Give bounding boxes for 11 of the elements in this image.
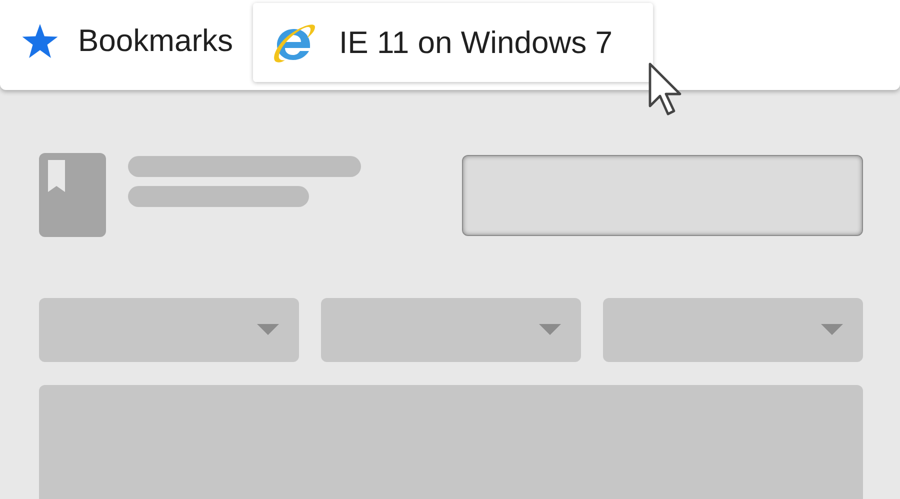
input-field[interactable] <box>462 155 863 236</box>
bookmark-icon <box>39 153 106 237</box>
bookmarks-title: Bookmarks <box>78 23 234 59</box>
dropdown[interactable] <box>603 298 863 362</box>
bookmark-item[interactable]: IE 11 on Windows 7 <box>253 3 654 82</box>
star-icon <box>22 24 58 58</box>
caret-icon <box>257 324 279 336</box>
dropdown[interactable] <box>39 298 299 362</box>
caret-icon <box>539 324 561 336</box>
caret-icon <box>821 324 843 336</box>
dropdown[interactable] <box>321 298 581 362</box>
